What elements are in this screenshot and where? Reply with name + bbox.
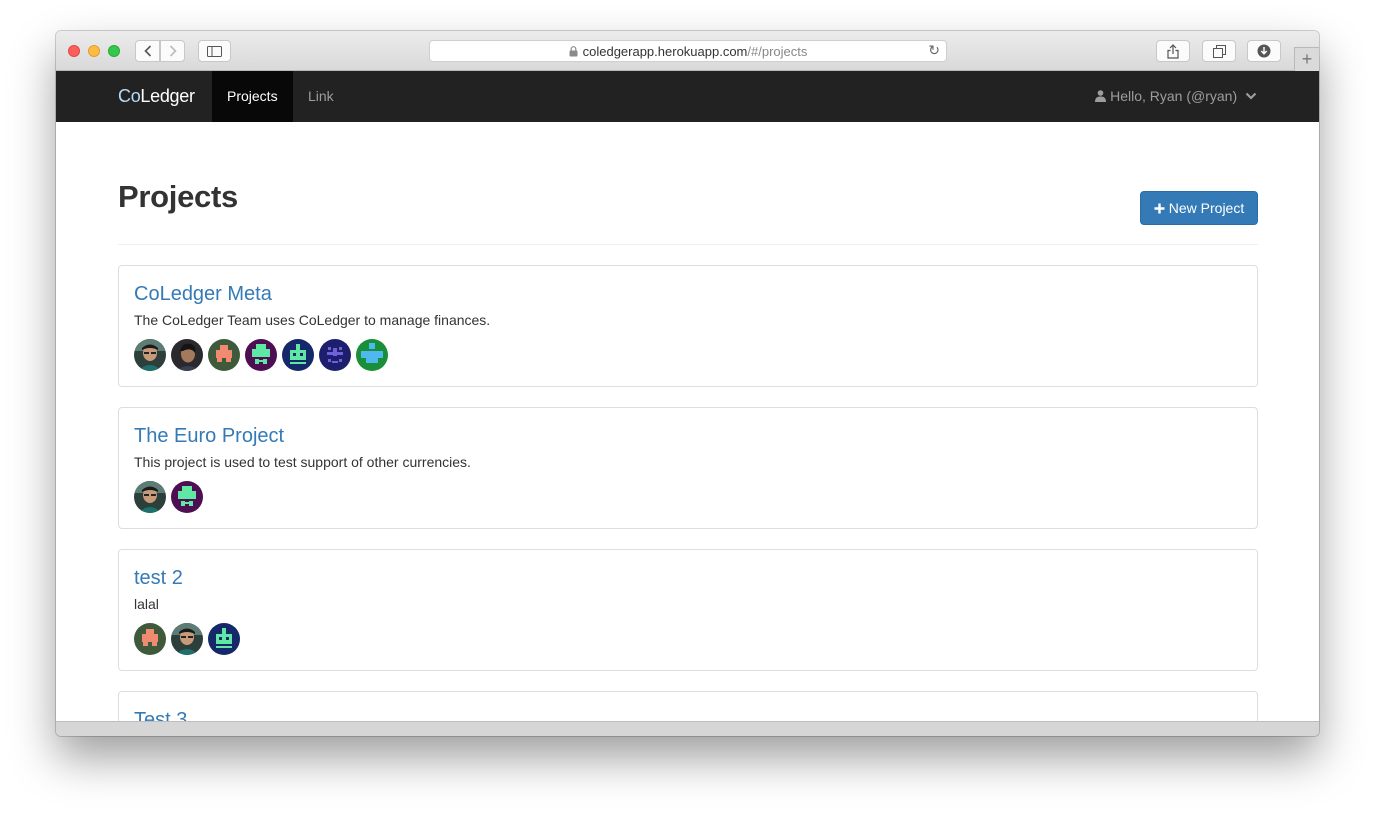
project-name-link[interactable]: Test 3	[134, 709, 187, 721]
sidebar-icon	[207, 45, 222, 57]
address-bar[interactable]: coledgerapp.herokuapp.com/#/projects ↻	[429, 40, 947, 62]
avatar[interactable]	[134, 339, 166, 371]
project-card: CoLedger Meta The CoLedger Team uses CoLe…	[118, 265, 1258, 387]
project-card: test 2 lalal	[118, 549, 1258, 671]
avatar[interactable]	[208, 623, 240, 655]
new-project-button[interactable]: New Project	[1140, 191, 1258, 225]
avatar[interactable]	[319, 339, 351, 371]
project-description: This project is used to test support of …	[134, 454, 471, 470]
project-card: The Euro Project This project is used to …	[118, 407, 1258, 529]
share-button[interactable]	[1156, 40, 1190, 62]
project-name-link[interactable]: The Euro Project	[134, 425, 284, 448]
sidebar-toggle-button[interactable]	[198, 40, 231, 62]
user-menu[interactable]: Hello, Ryan (@ryan)	[1095, 71, 1257, 122]
project-members	[134, 623, 245, 655]
new-tab-button[interactable]: +	[1294, 47, 1319, 71]
share-icon	[1167, 43, 1179, 59]
avatar[interactable]	[171, 481, 203, 513]
brand-logo[interactable]: CoLedger	[118, 86, 195, 107]
avatar[interactable]	[245, 339, 277, 371]
brand-suffix: Ledger	[140, 86, 195, 106]
avatar[interactable]	[171, 623, 203, 655]
user-greeting: Hello, Ryan (@ryan)	[1110, 88, 1238, 104]
download-icon	[1257, 44, 1271, 58]
project-members	[134, 339, 393, 371]
reload-icon[interactable]: ↻	[928, 42, 940, 59]
url-path: /#/projects	[747, 43, 808, 59]
nav-item-link[interactable]: Link	[293, 71, 349, 122]
minimize-window-icon[interactable]	[88, 45, 100, 57]
project-description: The CoLedger Team uses CoLedger to manag…	[134, 312, 491, 328]
brand-prefix: Co	[118, 86, 141, 106]
page-title: Projects	[118, 179, 238, 214]
user-icon	[1095, 90, 1107, 102]
url-host: coledgerapp.herokuapp.com	[582, 43, 748, 59]
close-window-icon[interactable]	[68, 45, 80, 57]
avatar[interactable]	[208, 339, 240, 371]
lock-icon	[569, 45, 578, 56]
project-members	[134, 481, 208, 513]
back-button[interactable]	[135, 40, 160, 62]
avatar[interactable]	[171, 339, 203, 371]
chevron-left-icon	[143, 45, 151, 57]
chevron-right-icon	[169, 45, 177, 57]
browser-toolbar: coledgerapp.herokuapp.com/#/projects ↻ +	[56, 31, 1319, 71]
avatar[interactable]	[356, 339, 388, 371]
forward-button[interactable]	[160, 40, 185, 62]
avatar[interactable]	[134, 623, 166, 655]
nav-item-projects[interactable]: Projects	[212, 71, 293, 122]
new-project-label: New Project	[1168, 200, 1245, 216]
downloads-button[interactable]	[1247, 40, 1281, 62]
project-description: lalal	[134, 596, 159, 612]
tabs-icon	[1212, 44, 1226, 58]
zoom-window-icon[interactable]	[108, 45, 120, 57]
chevron-down-icon	[1245, 92, 1257, 100]
avatar[interactable]	[282, 339, 314, 371]
plus-icon: +	[1301, 49, 1313, 69]
project-card: Test 3	[118, 691, 1258, 721]
project-name-link[interactable]: CoLedger Meta	[134, 283, 272, 306]
app-navbar: CoLedger Projects Link Hello, Ryan (@rya…	[56, 71, 1319, 122]
browser-status-bar	[56, 721, 1319, 736]
page-viewport: CoLedger Projects Link Hello, Ryan (@rya…	[56, 71, 1319, 721]
plus-icon	[1154, 203, 1165, 213]
avatar[interactable]	[134, 481, 166, 513]
title-divider	[118, 244, 1258, 245]
project-name-link[interactable]: test 2	[134, 567, 183, 590]
browser-window: coledgerapp.herokuapp.com/#/projects ↻ +…	[56, 31, 1319, 736]
tabs-overview-button[interactable]	[1202, 40, 1236, 62]
